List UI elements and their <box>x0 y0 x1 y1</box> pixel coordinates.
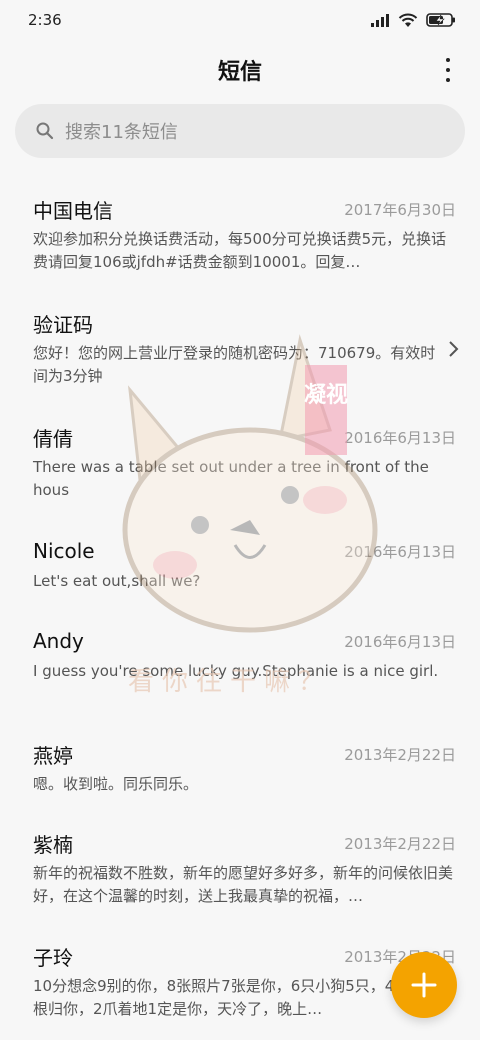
new-message-button[interactable] <box>391 952 457 1018</box>
search-input[interactable]: 搜索11条短信 <box>65 118 178 144</box>
contact-name: 紫楠 <box>33 832 73 857</box>
message-preview: 欢迎参加积分兑换话费活动，每500分可兑换话费5元，兑换话费请回复106或jfd… <box>33 230 447 271</box>
message-preview: Let's eat out,shall we? <box>33 572 201 590</box>
message-preview: 新年的祝福数不胜数，新年的愿望好多好多，新年的问候依旧美好，在这个温馨的时刻，送… <box>33 864 454 905</box>
plus-icon <box>411 972 437 998</box>
conversation-item[interactable]: 紫楠 2013年2月22日 新年的祝福数不胜数，新年的愿望好多好多，新年的问候依… <box>0 816 480 929</box>
conversation-item[interactable]: 验证码 您好！您的网上营业厅登录的随机密码为：710679。有效时间为3分钟 <box>0 296 480 410</box>
message-date: 2013年2月22日 <box>344 834 456 853</box>
search-bar[interactable]: 搜索11条短信 <box>15 104 465 158</box>
conversation-item[interactable]: 倩倩 2016年6月13日 There was a table set out … <box>0 410 480 524</box>
contact-name: Andy <box>33 629 84 653</box>
status-time: 2:36 <box>28 11 62 29</box>
contact-name: 中国电信 <box>33 198 113 223</box>
page-title: 短信 <box>217 60 262 85</box>
conversation-item[interactable]: Andy 2016年6月13日 I guess you're some luck… <box>0 614 480 727</box>
message-preview: 您好！您的网上营业厅登录的随机密码为：710679。有效时间为3分钟 <box>33 344 436 385</box>
contact-name: Nicole <box>33 539 95 563</box>
message-list: 中国电信 2017年6月30日 欢迎参加积分兑换话费活动，每500分可兑换话费5… <box>0 182 480 1040</box>
battery-charging-icon <box>426 13 455 27</box>
status-icons <box>370 12 456 28</box>
message-date: 2016年6月13日 <box>344 428 456 447</box>
message-preview: There was a table set out under a tree i… <box>33 458 429 499</box>
conversation-item[interactable]: 燕婷 2013年2月22日 嗯。收到啦。同乐同乐。 <box>0 727 480 816</box>
more-options-icon[interactable] <box>440 58 456 82</box>
signal-icon <box>371 14 389 27</box>
search-icon <box>36 122 54 140</box>
wifi-icon <box>398 13 418 27</box>
chevron-right-icon[interactable] <box>448 340 460 358</box>
message-preview: I guess you're some lucky guy.Stephanie … <box>33 662 439 680</box>
contact-name: 子玲 <box>33 945 73 970</box>
contact-name: 倩倩 <box>33 426 73 451</box>
conversation-item[interactable]: Nicole 2016年6月13日 Let's eat out,shall we… <box>0 524 480 614</box>
message-preview: 嗯。收到啦。同乐同乐。 <box>33 775 199 793</box>
contact-name: 验证码 <box>33 312 93 337</box>
contact-name: 燕婷 <box>33 743 73 768</box>
message-date: 2016年6月13日 <box>344 542 456 561</box>
message-date: 2013年2月22日 <box>344 745 456 764</box>
conversation-item[interactable]: 中国电信 2017年6月30日 欢迎参加积分兑换话费活动，每500分可兑换话费5… <box>0 182 480 296</box>
title-bar: 短信 <box>0 40 480 100</box>
message-date: 2016年6月13日 <box>344 632 456 651</box>
status-bar: 2:36 <box>0 0 480 40</box>
message-date: 2017年6月30日 <box>344 200 456 219</box>
